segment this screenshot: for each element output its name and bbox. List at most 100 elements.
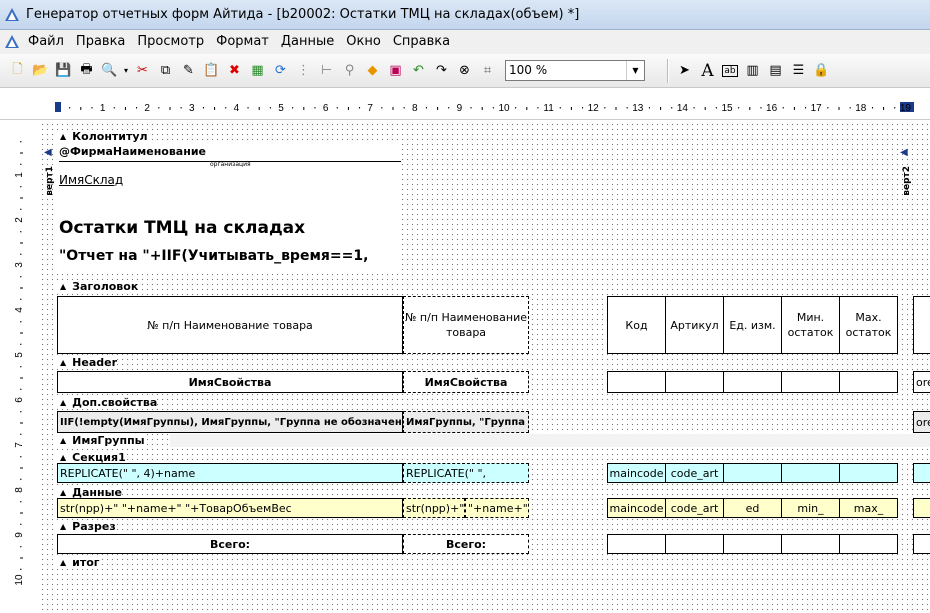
list-tool-icon[interactable]: ☰ (787, 60, 810, 82)
total-right-cell[interactable] (913, 534, 930, 554)
refresh-icon[interactable]: ⟳ (269, 60, 292, 82)
section-min-cell[interactable] (781, 463, 840, 483)
data-art-cell[interactable]: code_art (665, 498, 724, 518)
sklad-field[interactable]: ИмяСклад (59, 173, 123, 187)
header-cell-name-2[interactable]: № п/п Наименование товара (403, 296, 529, 354)
header-cell-max[interactable]: Max. остаток (839, 296, 898, 354)
data-right-cell[interactable] (913, 498, 930, 518)
collapse-icon[interactable]: ▲ (60, 358, 66, 367)
open-icon[interactable]: 📂 (29, 60, 52, 82)
text-tool-icon[interactable]: A (696, 60, 719, 82)
tree-icon[interactable]: ⋮ (292, 60, 315, 82)
format-painter-icon[interactable]: ✎ (177, 60, 200, 82)
header-empty-kod[interactable] (607, 371, 666, 393)
copy-icon[interactable]: ⧉ (154, 60, 177, 82)
section-name-cell[interactable]: REPLICATE(" ", 4)+name (57, 463, 403, 483)
header-empty-art[interactable] (665, 371, 724, 393)
header-cell-artikul[interactable]: Артикул (665, 296, 724, 354)
header-empty-min[interactable] (781, 371, 840, 393)
date-expression[interactable]: "Отчет на "+IIF(Учитывать_время==1, (59, 248, 368, 264)
menu-data[interactable]: Данные (275, 31, 340, 53)
section-name-cell-2[interactable]: REPLICATE(" ", (403, 463, 529, 483)
pointer-icon[interactable]: ➤ (673, 60, 696, 82)
hierarchy-icon[interactable]: ⊢ (315, 60, 338, 82)
collapse-icon[interactable]: ▲ (60, 282, 66, 291)
section-max-cell[interactable] (839, 463, 898, 483)
section-ed-cell[interactable] (723, 463, 782, 483)
band-dopsvoistva[interactable]: ▲ Доп.свойства (56, 396, 158, 409)
lock-icon[interactable]: 🔒 (810, 60, 833, 82)
menu-view[interactable]: Просмотр (131, 31, 210, 53)
data-max-cell[interactable]: max_ (839, 498, 898, 518)
total-label-cell[interactable]: Всего: (57, 534, 403, 554)
collapse-icon[interactable]: ▲ (60, 488, 66, 497)
field-tool-icon[interactable]: ab (722, 64, 738, 77)
header-cell-min[interactable]: Мин. остаток (781, 296, 840, 354)
print-icon[interactable]: 🖶 (75, 60, 98, 82)
menu-window[interactable]: Окно (340, 31, 387, 53)
dropdown-arrow-icon[interactable]: ▾ (121, 60, 131, 82)
group-expression-cell-2[interactable]: ИмяГруппы, "Группа (403, 411, 529, 433)
band-razrez[interactable]: ▲ Разрез (56, 520, 116, 533)
property-cell-2[interactable]: ИмяСвойства (403, 371, 529, 393)
band-itog[interactable]: ▲ итог (56, 556, 100, 569)
insert-table-icon[interactable]: ▦ (246, 60, 269, 82)
design-canvas[interactable]: верт1 ◀ верт2 ◀ ▲ Колонтитул @ФирмаНаиме… (40, 122, 930, 610)
menu-file[interactable]: Файл (22, 31, 70, 53)
header-empty-max[interactable] (839, 371, 898, 393)
chevron-down-icon[interactable]: ▼ (626, 61, 644, 80)
section-right-cell[interactable] (913, 463, 930, 483)
data-name-cell[interactable]: str(npp)+" "+name+" "+ТоварОбъемВес (57, 498, 403, 518)
band-imyagruppy[interactable]: ▲ ИмяГруппы (56, 434, 145, 447)
menu-edit[interactable]: Правка (70, 31, 131, 53)
data-npp-cell[interactable]: str(npp)+" (403, 498, 465, 518)
header-cell-name[interactable]: № п/п Наименование товара (57, 296, 403, 354)
band-zagolovok[interactable]: ▲ Заголовок (56, 280, 139, 293)
total-kod-cell[interactable] (607, 534, 666, 554)
dop-right-cell[interactable]: ore (913, 411, 930, 433)
section-art-cell[interactable]: code_art (665, 463, 724, 483)
collapse-icon[interactable]: ▲ (60, 522, 66, 531)
barcode2-icon[interactable]: ▤ (764, 60, 787, 82)
total-label-cell-2[interactable]: Всего: (403, 534, 529, 554)
total-min-cell[interactable] (781, 534, 840, 554)
document-icon[interactable] (4, 34, 20, 50)
delete-icon[interactable]: ✖ (223, 60, 246, 82)
new-icon[interactable]: 🗋 (6, 60, 29, 82)
band-header[interactable]: ▲ Header (56, 356, 118, 369)
data-kod-cell[interactable]: maincode (607, 498, 666, 518)
data-name-cell-2[interactable]: "+name+" (465, 498, 529, 518)
properties-icon[interactable]: ▣ (384, 60, 407, 82)
redo-icon[interactable]: ↷ (430, 60, 453, 82)
report-title[interactable]: Остатки ТМЦ на складах (59, 218, 305, 238)
menu-format[interactable]: Формат (210, 31, 275, 53)
paste-icon[interactable]: 📋 (200, 60, 223, 82)
print-preview-icon[interactable]: 🔍 (98, 60, 121, 82)
warning-icon[interactable]: ◆ (361, 60, 384, 82)
data-min-cell[interactable]: min_ (781, 498, 840, 518)
header-cell-right[interactable] (913, 296, 930, 354)
header-right-cell[interactable]: ore (913, 371, 930, 393)
total-max-cell[interactable] (839, 534, 898, 554)
header-empty-ed[interactable] (723, 371, 782, 393)
total-ed-cell[interactable] (723, 534, 782, 554)
header-cell-ed[interactable]: Ед. изм. (723, 296, 782, 354)
total-art-cell[interactable] (665, 534, 724, 554)
collapse-icon[interactable]: ▲ (60, 132, 66, 141)
stop-icon[interactable]: ⊗ (453, 60, 476, 82)
property-cell[interactable]: ИмяСвойства (57, 371, 403, 393)
undo-icon[interactable]: ↶ (407, 60, 430, 82)
group-expression-cell[interactable]: IIF(!empty(ИмяГруппы), ИмяГруппы, "Групп… (57, 411, 403, 433)
save-icon[interactable]: 💾 (52, 60, 75, 82)
data-ed-cell[interactable]: ed (723, 498, 782, 518)
header-cell-kod[interactable]: Код (607, 296, 666, 354)
collapse-icon[interactable]: ▲ (60, 558, 66, 567)
band-kolontitul[interactable]: ▲ Колонтитул (56, 130, 148, 143)
collapse-icon[interactable]: ▲ (60, 398, 66, 407)
cut-icon[interactable]: ✂ (131, 60, 154, 82)
zoom-select[interactable]: 100 % ▼ (505, 60, 645, 81)
link-icon[interactable]: ⚲ (338, 60, 361, 82)
collapse-icon[interactable]: ▲ (60, 453, 66, 462)
firm-field[interactable]: @ФирмаНаименование (59, 145, 206, 158)
grid-snap-icon[interactable]: ⌗ (476, 60, 499, 82)
